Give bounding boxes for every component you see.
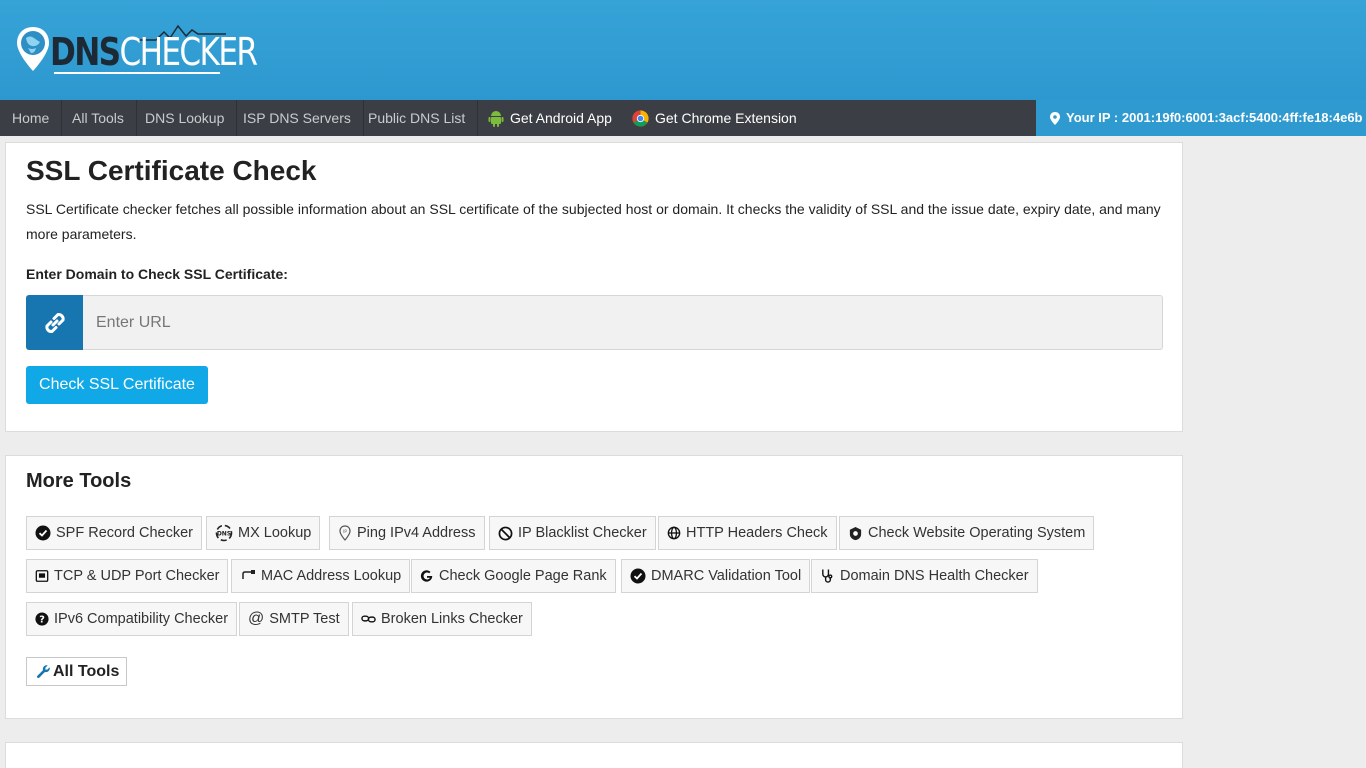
tool-ipv6-compatibility-checker[interactable]: ? IPv6 Compatibility Checker bbox=[26, 602, 238, 636]
tool-dmarc-validation[interactable]: DMARC Validation Tool bbox=[621, 559, 811, 593]
svg-text:IP: IP bbox=[343, 529, 347, 534]
svg-text:?: ? bbox=[39, 615, 45, 626]
location-pin-icon bbox=[1050, 111, 1060, 125]
ban-icon bbox=[498, 526, 513, 540]
nav-all-tools[interactable]: All Tools bbox=[60, 100, 137, 136]
nav-android-app[interactable]: Get Android App bbox=[476, 100, 624, 136]
dns-icon: DNS bbox=[215, 524, 233, 542]
globe-pin-icon bbox=[17, 27, 49, 71]
logo-underline bbox=[54, 72, 220, 74]
logo[interactable]: DNSCHECKER bbox=[16, 22, 258, 78]
ip-text: Your IP : 2001:19f0:6001:3acf:5400:4ff:f… bbox=[1066, 110, 1363, 125]
tool-mx-lookup[interactable]: DNS MX Lookup bbox=[206, 516, 321, 550]
nav-home[interactable]: Home bbox=[0, 100, 63, 136]
android-app-label: Get Android App bbox=[510, 110, 612, 126]
nav-chrome-extension[interactable]: Get Chrome Extension bbox=[620, 100, 809, 136]
page-description: SSL Certificate checker fetches all poss… bbox=[26, 201, 1161, 242]
tool-smtp-test[interactable]: @ SMTP Test bbox=[239, 602, 349, 636]
check-ssl-button[interactable]: Check SSL Certificate bbox=[26, 366, 208, 404]
tool-spf-record-checker[interactable]: SPF Record Checker bbox=[26, 516, 202, 550]
logo-text: DNSCHECKER bbox=[50, 30, 258, 74]
port-icon bbox=[35, 570, 49, 582]
page-title: SSL Certificate Check bbox=[26, 155, 317, 186]
domain-field-label: Enter Domain to Check SSL Certificate: bbox=[26, 266, 288, 282]
at-icon: @ bbox=[248, 610, 265, 627]
url-input-group bbox=[26, 295, 1163, 350]
more-tools-card: More Tools SPF Record Checker DNS MX Loo… bbox=[5, 455, 1183, 719]
ping-pin-icon: IP bbox=[339, 525, 351, 541]
tool-ip-blacklist-checker[interactable]: IP Blacklist Checker bbox=[489, 516, 656, 550]
more-tools-title: More Tools bbox=[26, 470, 132, 492]
ssl-check-card: SSL Certificate Check SSL Certificate ch… bbox=[5, 142, 1183, 432]
check-badge-icon bbox=[630, 568, 646, 584]
tool-broken-links-checker[interactable]: Broken Links Checker bbox=[352, 602, 532, 636]
android-icon bbox=[488, 110, 504, 127]
svg-text:DNS: DNS bbox=[217, 531, 231, 538]
nav-public-dns-list[interactable]: Public DNS List bbox=[356, 100, 479, 136]
tool-mac-address-lookup[interactable]: MAC Address Lookup bbox=[231, 559, 411, 593]
stethoscope-icon bbox=[822, 569, 833, 583]
your-ip: Your IP : 2001:19f0:6001:3acf:5400:4ff:f… bbox=[1036, 100, 1366, 136]
link-icon bbox=[26, 295, 83, 350]
question-icon: ? bbox=[35, 612, 49, 626]
nav-dns-lookup[interactable]: DNS Lookup bbox=[133, 100, 238, 136]
nav-isp-dns-servers[interactable]: ISP DNS Servers bbox=[231, 100, 364, 136]
os-icon bbox=[849, 526, 862, 540]
tool-check-website-os[interactable]: Check Website Operating System bbox=[839, 516, 1095, 550]
wrench-icon bbox=[37, 665, 50, 678]
chrome-icon bbox=[632, 109, 649, 127]
all-tools-button[interactable]: All Tools bbox=[26, 657, 127, 686]
tool-tcp-udp-port-checker[interactable]: TCP & UDP Port Checker bbox=[26, 559, 229, 593]
broken-link-icon bbox=[361, 615, 376, 623]
url-input[interactable] bbox=[83, 295, 1163, 350]
tool-check-google-page-rank[interactable]: Check Google Page Rank bbox=[411, 559, 616, 593]
site-header: DNSCHECKER bbox=[0, 0, 1366, 100]
google-icon bbox=[420, 570, 433, 582]
tool-http-headers-check[interactable]: HTTP Headers Check bbox=[658, 516, 837, 550]
mac-icon bbox=[242, 570, 255, 579]
tool-domain-dns-health-checker[interactable]: Domain DNS Health Checker bbox=[811, 559, 1038, 593]
main-nav: Home All Tools DNS Lookup ISP DNS Server… bbox=[0, 100, 1366, 136]
globe-icon bbox=[667, 526, 681, 540]
content-card bbox=[5, 742, 1183, 768]
chrome-extension-label: Get Chrome Extension bbox=[655, 110, 797, 126]
tool-ping-ipv4[interactable]: IP Ping IPv4 Address bbox=[329, 516, 485, 550]
check-badge-icon bbox=[35, 525, 51, 541]
